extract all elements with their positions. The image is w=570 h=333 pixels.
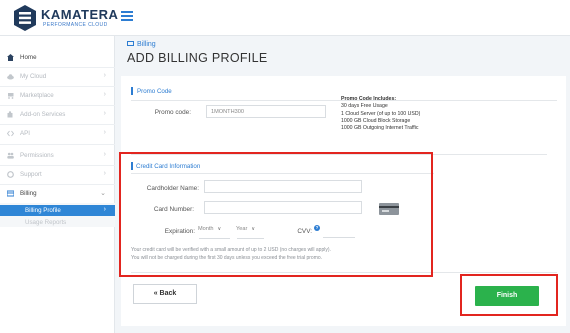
card-number-label: Card Number: xyxy=(153,206,194,213)
divider xyxy=(0,144,115,145)
sidebar-subitem-billing-profile[interactable]: Billing Profile › xyxy=(0,205,115,216)
help-icon[interactable]: ? xyxy=(314,225,320,231)
card-section-title: Credit Card Information xyxy=(136,163,201,170)
logo-mark-icon xyxy=(14,5,36,31)
sidebar-item-add-on-services[interactable]: Add-on Services › xyxy=(0,105,115,124)
chevron-down-icon: ⌄ xyxy=(100,190,106,197)
cvv-input[interactable] xyxy=(323,227,355,238)
sidebar-subitem-usage-reports[interactable]: Usage Reports xyxy=(0,217,115,228)
chevron-right-icon: › xyxy=(103,170,106,177)
promo-note-line: 1000 GB Outgoing Internet Traffic xyxy=(341,125,419,132)
promo-code-label: Promo code: xyxy=(154,109,191,116)
sidebar-item-home[interactable]: Home xyxy=(0,48,115,67)
sidebar-item-support[interactable]: Support › xyxy=(0,165,115,184)
chevron-right-icon: › xyxy=(103,151,106,158)
divider xyxy=(131,154,547,155)
promo-note-title: Promo Code Includes: xyxy=(341,96,397,102)
support-icon xyxy=(7,171,14,178)
breadcrumb[interactable]: Billing xyxy=(127,41,156,48)
expiration-year-select[interactable]: Year ∨ xyxy=(236,226,264,238)
section-marker xyxy=(131,87,133,95)
sidebar-item-label: Home xyxy=(20,54,37,61)
finish-button[interactable]: Finish xyxy=(475,286,539,306)
month-value: Month xyxy=(198,226,214,232)
sidebar-item-api[interactable]: API › xyxy=(0,124,115,143)
card-verification-note: Your credit card will be verified with a… xyxy=(131,247,331,253)
chevron-right-icon: › xyxy=(103,72,106,79)
card-trial-note: You will not be charged during the first… xyxy=(131,255,323,261)
card-number-input[interactable] xyxy=(204,201,362,214)
promo-code-input[interactable] xyxy=(206,105,326,118)
cardholder-name-input[interactable] xyxy=(204,180,362,193)
home-icon xyxy=(7,54,14,61)
promo-note-line: 1000 GB Cloud Block Storage xyxy=(341,117,411,124)
sidebar-item-billing[interactable]: Billing ⌄ xyxy=(0,184,115,203)
chevron-right-icon: › xyxy=(103,110,106,117)
month-underline xyxy=(199,238,230,239)
sidebar-item-label: Marketplace xyxy=(20,92,54,99)
sidebar-item-label: Support xyxy=(20,171,42,178)
chevron-right-icon: › xyxy=(103,129,106,136)
cardholder-name-label: Cardholder Name: xyxy=(146,185,199,192)
sidebar-subitem-label: Billing Profile xyxy=(25,207,61,214)
sidebar: Home My Cloud › Marketplace › Add-on Ser… xyxy=(0,36,115,333)
sidebar-item-label: API xyxy=(20,130,30,137)
chevron-right-icon: › xyxy=(103,91,106,98)
divider xyxy=(131,272,557,273)
year-value: Year xyxy=(236,226,248,232)
kamatera-logo[interactable]: KAMATERA PERFORMANCE CLOUD xyxy=(12,4,118,32)
brand-name: KAMATERA xyxy=(41,7,119,22)
brand-tagline: PERFORMANCE CLOUD xyxy=(43,22,108,28)
puzzle-icon xyxy=(7,111,13,118)
breadcrumb-label: Billing xyxy=(137,41,156,48)
section-marker xyxy=(131,162,133,170)
hamburger-menu-icon[interactable] xyxy=(121,11,133,21)
main-content: Billing ADD BILLING PROFILE Promo Code P… xyxy=(116,36,570,333)
promo-includes-note: Promo Code Includes: 30 days Free Usage … xyxy=(341,96,420,132)
cloud-icon xyxy=(7,74,14,80)
users-icon xyxy=(7,152,14,159)
credit-card-icon xyxy=(379,203,399,215)
promo-note-line: 1 Cloud Server (of up to 100 USD) xyxy=(341,110,421,117)
promo-note-line: 30 days Free Usage xyxy=(341,103,388,110)
sidebar-item-permissions[interactable]: Permissions › xyxy=(0,146,115,165)
divider xyxy=(131,173,434,174)
sidebar-item-label: Permissions xyxy=(20,152,54,159)
chevron-down-icon: ∨ xyxy=(217,226,222,232)
year-underline xyxy=(237,238,264,239)
sidebar-item-my-cloud[interactable]: My Cloud › xyxy=(0,67,115,86)
sidebar-item-label: Billing xyxy=(20,190,37,197)
sidebar-item-marketplace[interactable]: Marketplace › xyxy=(0,86,115,105)
expiration-label: Expiration: xyxy=(164,228,195,235)
billing-icon xyxy=(127,41,134,46)
expiration-month-select[interactable]: Month ∨ xyxy=(198,226,230,238)
code-icon xyxy=(7,130,14,137)
cart-icon xyxy=(8,93,14,99)
cvv-label: CVV: xyxy=(297,228,312,235)
page-title: ADD BILLING PROFILE xyxy=(127,51,268,65)
sidebar-item-label: My Cloud xyxy=(20,73,47,80)
sidebar-item-label: Add-on Services xyxy=(20,111,66,118)
credit-card-icon xyxy=(7,190,14,197)
top-bar: KAMATERA PERFORMANCE CLOUD xyxy=(0,0,570,36)
sidebar-subitem-label: Usage Reports xyxy=(25,219,67,226)
chevron-down-icon: ∨ xyxy=(251,226,255,232)
promo-section-title: Promo Code xyxy=(137,88,172,95)
chevron-right-icon: › xyxy=(103,206,106,213)
back-button[interactable]: « Back xyxy=(133,284,197,304)
